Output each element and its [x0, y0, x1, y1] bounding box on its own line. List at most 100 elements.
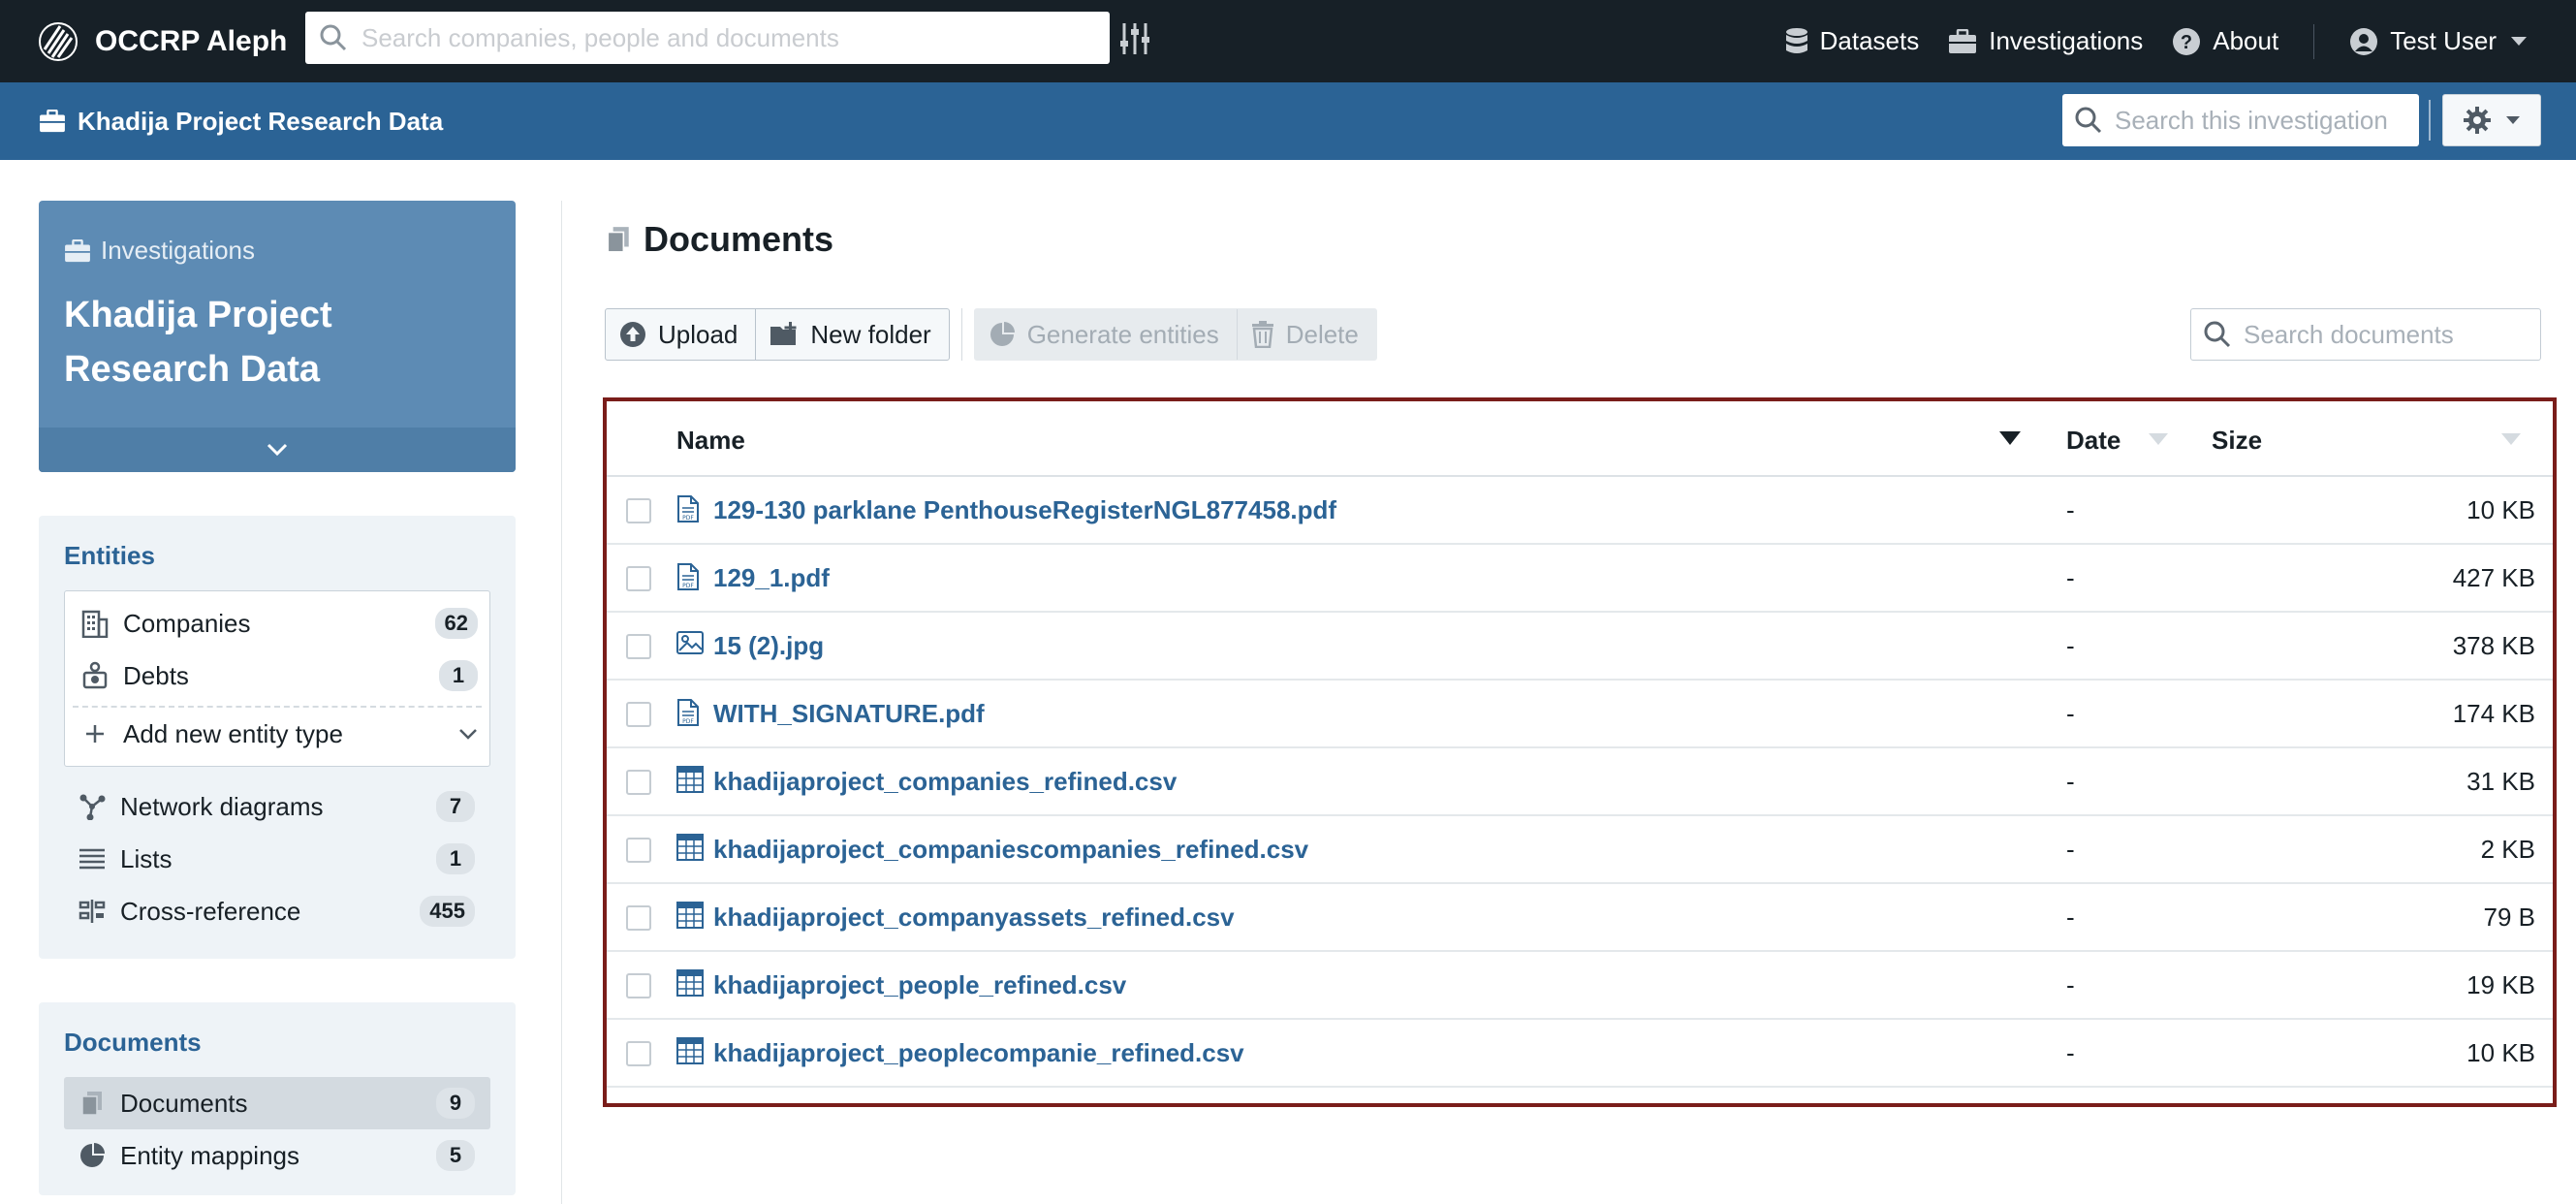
file-name-link[interactable]: khadijaproject_companiescompanies_refine…: [713, 835, 1308, 865]
sidebar-item-documents[interactable]: Documents 9: [64, 1077, 490, 1129]
collection-expand-toggle[interactable]: [39, 428, 516, 472]
briefcase-icon: [40, 110, 65, 133]
sort-icon[interactable]: [2148, 432, 2169, 446]
table-row[interactable]: khadijaproject_companies_refined.csv - 31 …: [607, 748, 2553, 816]
search-icon: [2075, 107, 2102, 134]
generate-entities-label: Generate entities: [1026, 319, 1219, 349]
row-checkbox[interactable]: [626, 838, 651, 863]
search-icon: [2204, 321, 2231, 348]
nav-investigations[interactable]: Investigations: [1948, 26, 2143, 56]
count-badge: 7: [436, 791, 475, 822]
pie-icon: [78, 1142, 107, 1169]
count-badge: 455: [420, 896, 475, 927]
row-checkbox[interactable]: [626, 973, 651, 998]
sidebar-item-companies[interactable]: Companies 62: [65, 597, 489, 650]
table-icon: [676, 766, 704, 798]
row-checkbox[interactable]: [626, 1041, 651, 1066]
briefcase-icon: [65, 238, 90, 262]
column-name-header[interactable]: Name: [676, 426, 745, 456]
table-row[interactable]: PDF WITH_SIGNATURE.pdf - 174 KB: [607, 681, 2553, 748]
file-date: -: [2066, 970, 2075, 999]
global-search: [305, 12, 1110, 64]
table-row[interactable]: khadijaproject_companyassets_refined.csv…: [607, 884, 2553, 952]
table-body: PDF 129-130 parklane PenthouseRegisterNGL…: [607, 477, 2553, 1088]
table-row[interactable]: PDF 129_1.pdf - 427 KB: [607, 545, 2553, 613]
table-row[interactable]: 15 (2).jpg - 378 KB: [607, 613, 2553, 681]
file-size: 19 KB: [2466, 970, 2535, 999]
advanced-search-icon[interactable]: [1119, 21, 1150, 56]
sidebar-item-lists[interactable]: Lists 1: [64, 833, 490, 885]
file-date: -: [2066, 563, 2075, 592]
sidebar-item-cross-reference[interactable]: Cross-reference 455: [64, 885, 490, 937]
chevron-down-icon: [459, 729, 477, 740]
file-name-link[interactable]: khadijaproject_companyassets_refined.csv: [713, 903, 1235, 933]
svg-text:PDF: PDF: [682, 515, 694, 522]
documents-icon: [78, 1090, 107, 1117]
sort-icon[interactable]: [2500, 432, 2522, 446]
building-icon: [80, 609, 110, 638]
nav-divider: [2313, 23, 2315, 59]
money-icon: [80, 661, 110, 690]
documents-search-input[interactable]: [2244, 319, 2534, 350]
file-name-link[interactable]: khadijaproject_people_refined.csv: [713, 970, 1126, 1000]
documents-search: [2190, 308, 2541, 361]
column-date-header[interactable]: Date: [2066, 426, 2120, 456]
row-checkbox[interactable]: [626, 498, 651, 523]
file-size: 174 KB: [2452, 699, 2535, 728]
row-checkbox[interactable]: [626, 905, 651, 931]
documents-icon: [607, 227, 629, 253]
user-icon: [2350, 27, 2378, 55]
sort-desc-icon[interactable]: [1998, 430, 2022, 446]
add-entity-type-button[interactable]: Add new entity type: [65, 708, 489, 760]
comparison-icon: [78, 899, 107, 924]
sidebar-item-debts[interactable]: Debts 1: [65, 650, 489, 702]
sidebar-item-label: Network diagrams: [120, 791, 324, 821]
file-name-link[interactable]: khadijaproject_companies_refined.csv: [713, 767, 1177, 797]
sidebar-item-network-diagrams[interactable]: Network diagrams 7: [64, 780, 490, 833]
toolbar-divider: [960, 308, 962, 361]
upload-button[interactable]: Upload: [606, 309, 755, 360]
app-name: OCCRP Aleph: [95, 24, 288, 57]
column-size-label: Size: [2212, 426, 2263, 455]
delete-button[interactable]: Delete: [1236, 309, 1376, 360]
file-name-link[interactable]: WITH_SIGNATURE.pdf: [713, 699, 985, 729]
documents-table: Name Date Size PDF 129-130 parklane Penth…: [603, 397, 2557, 1107]
caret-down-icon: [2511, 36, 2527, 46]
sidebar-item-entity-mappings[interactable]: Entity mappings 5: [64, 1129, 490, 1182]
file-name-link[interactable]: khadijaproject_peoplecompanie_refined.cs…: [713, 1038, 1244, 1068]
global-search-input[interactable]: [361, 22, 1098, 53]
row-checkbox[interactable]: [626, 770, 651, 795]
entities-panel: Entities Companies 62 Debts 1 Add new en…: [39, 516, 516, 959]
table-row[interactable]: khadijaproject_companiescompanies_refine…: [607, 816, 2553, 884]
new-folder-button[interactable]: New folder: [755, 309, 948, 360]
collection-breadcrumb[interactable]: Khadija Project Research Data: [39, 107, 443, 137]
table-icon: [676, 1037, 704, 1069]
user-menu[interactable]: Test User: [2349, 26, 2528, 56]
documents-toolbar: Upload New folder Generate entities Dele…: [605, 308, 1377, 361]
collection-search-input[interactable]: [2115, 105, 2415, 136]
file-name-link[interactable]: 15 (2).jpg: [713, 631, 824, 661]
collection-category[interactable]: Investigations: [64, 236, 255, 266]
file-size: 10 KB: [2466, 495, 2535, 524]
nav-datasets[interactable]: Datasets: [1785, 26, 1919, 56]
table-row[interactable]: khadijaproject_peoplecompanie_refined.cs…: [607, 1020, 2553, 1088]
file-name-link[interactable]: 129-130 parklane PenthouseRegisterNGL877…: [713, 495, 1336, 525]
settings-button[interactable]: [2442, 94, 2541, 146]
brand[interactable]: OCCRP Aleph: [37, 20, 287, 63]
row-checkbox[interactable]: [626, 702, 651, 727]
plus-icon: [80, 722, 110, 745]
add-entity-type-label: Add new entity type: [123, 718, 343, 748]
file-size: 79 B: [2483, 903, 2536, 932]
file-name-link[interactable]: 129_1.pdf: [713, 563, 830, 593]
column-size-header[interactable]: Size: [2212, 426, 2262, 456]
user-name: Test User: [2390, 26, 2497, 55]
collection-card: Investigations Khadija Project Research …: [39, 201, 516, 472]
row-checkbox[interactable]: [626, 634, 651, 659]
table-row[interactable]: khadijaproject_people_refined.csv - 19 KB: [607, 952, 2553, 1020]
search-icon: [320, 24, 347, 51]
table-row[interactable]: PDF 129-130 parklane PenthouseRegisterNGL…: [607, 477, 2553, 545]
column-name-label: Name: [676, 426, 745, 455]
nav-about[interactable]: ? About: [2172, 26, 2278, 56]
row-checkbox[interactable]: [626, 566, 651, 591]
generate-entities-button[interactable]: Generate entities: [975, 309, 1237, 360]
